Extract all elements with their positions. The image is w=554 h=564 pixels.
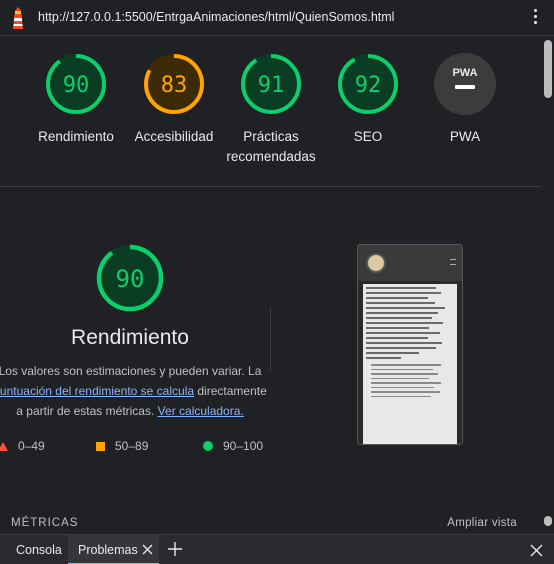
add-tab-icon[interactable] xyxy=(168,542,182,556)
tab-problems-label: Problemas xyxy=(78,543,138,557)
performance-title: Rendimiento xyxy=(71,326,189,349)
expand-view-toggle[interactable]: Ampliar vista xyxy=(447,517,517,529)
close-tab-icon[interactable] xyxy=(142,544,153,555)
tab-problems[interactable]: Problemas xyxy=(68,535,159,564)
legend-fail-label: 0–49 xyxy=(18,439,45,453)
gauge-ring: 90 xyxy=(46,54,106,114)
gauge-ring: 91 xyxy=(241,54,301,114)
lighthouse-icon xyxy=(13,7,23,29)
legend-fail: 0–49 xyxy=(0,439,45,453)
gauge-practicas[interactable]: 91 Prácticas recomendadas xyxy=(219,51,323,167)
vertical-divider xyxy=(270,307,271,372)
kebab-menu-icon[interactable] xyxy=(530,9,540,27)
desc-text-2: directamente xyxy=(197,384,267,398)
gauge-label: SEO xyxy=(353,129,383,144)
legend-average-label: 50–89 xyxy=(115,439,149,453)
square-icon xyxy=(96,441,105,451)
burger-logo-icon xyxy=(366,253,386,273)
gauge-ring: 92 xyxy=(338,54,398,114)
gauge-label: PWA xyxy=(449,129,481,144)
gauge-seo[interactable]: 92 SEO xyxy=(316,51,420,147)
legend-pass-label: 90–100 xyxy=(223,439,264,453)
pwa-badge-text: PWA xyxy=(452,67,477,79)
gauge-score: 92 xyxy=(355,73,382,98)
gauge-score: 83 xyxy=(161,73,188,98)
page-url[interactable]: http://127.0.0.1:5500/EntrgaAnimaciones/… xyxy=(38,10,394,24)
scrollbar-end-marker xyxy=(544,516,552,526)
gauge-label: Rendimiento xyxy=(38,129,114,144)
hamburger-menu-icon xyxy=(450,259,456,265)
gauge-ring: 83 xyxy=(144,54,204,114)
triangle-icon xyxy=(0,441,8,451)
score-calc-link[interactable]: puntuación del rendimiento se calcula xyxy=(0,384,194,398)
legend-pass: 90–100 xyxy=(203,439,263,453)
desc-text-3: a partir de estas métricas. xyxy=(16,404,155,418)
gauge-pwa[interactable]: PWA PWA xyxy=(413,51,517,147)
desc-text-1: Los valores son estimaciones y pueden va… xyxy=(0,364,262,378)
report-content: 90 Rendimiento 83 Accesibilidad 91 Práct… xyxy=(0,37,541,534)
gauge-label: Prácticas recomendadas xyxy=(226,129,316,164)
metrics-heading: MÉTRICAS xyxy=(11,517,79,529)
pwa-badge: PWA xyxy=(434,53,496,115)
tab-console[interactable]: Consola xyxy=(16,535,62,564)
legend-average: 50–89 xyxy=(96,439,148,453)
drawer-tabbar: Consola Problemas xyxy=(0,534,554,564)
scrollbar-thumb[interactable] xyxy=(544,40,552,98)
category-gauges: 90 Rendimiento 83 Accesibilidad 91 Práct… xyxy=(0,37,541,187)
gauge-accesibilidad[interactable]: 83 Accesibilidad xyxy=(122,51,226,147)
gauge-label: Accesibilidad xyxy=(134,129,214,144)
scrollbar[interactable] xyxy=(541,37,554,534)
gauge-rendimiento[interactable]: 90 Rendimiento xyxy=(24,51,128,147)
close-drawer-icon[interactable] xyxy=(530,544,543,557)
circle-icon xyxy=(203,441,213,451)
gauge-score: 90 xyxy=(63,73,90,98)
calculator-link[interactable]: Ver calculadora. xyxy=(158,404,244,418)
performance-gauge: 90 xyxy=(96,244,164,312)
page-screenshot-thumbnail[interactable] xyxy=(357,244,463,445)
report-header: http://127.0.0.1:5500/EntrgaAnimaciones/… xyxy=(0,0,554,36)
thumbnail-header xyxy=(358,245,462,281)
performance-description: Los valores son estimaciones y pueden va… xyxy=(0,361,280,421)
thumbnail-body xyxy=(363,284,457,444)
gauge-score: 91 xyxy=(258,73,285,98)
performance-score: 90 xyxy=(116,265,145,293)
